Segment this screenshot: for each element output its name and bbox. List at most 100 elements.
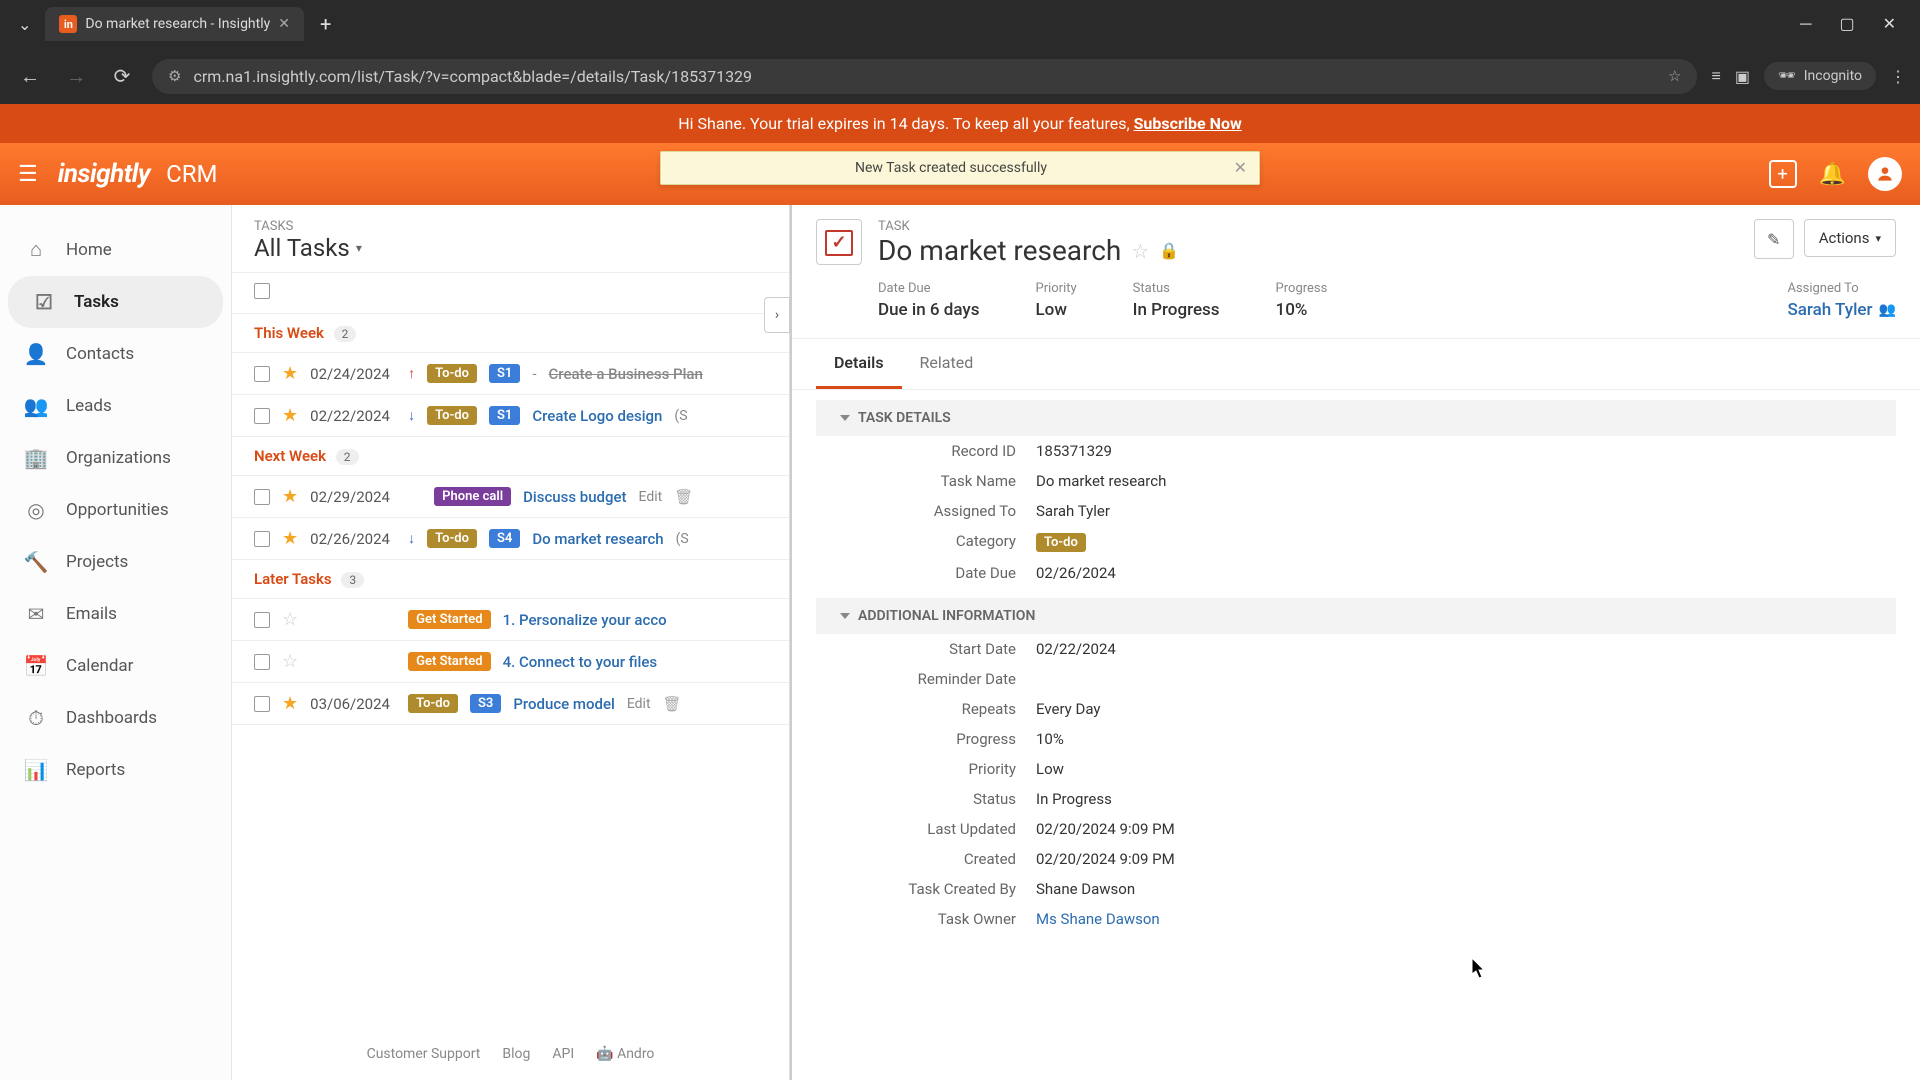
bookmark-star-icon[interactable]: ☆ — [1668, 67, 1681, 85]
sidebar-nav: ⌂Home ☑Tasks 👤Contacts 👥Leads 🏢Organizat… — [0, 205, 232, 1080]
extensions-icon[interactable]: ≡ — [1711, 66, 1720, 86]
task-row[interactable]: ★ 02/22/2024 ↓ To-do S1 Create Logo desi… — [232, 395, 789, 437]
expand-panel-icon[interactable]: › — [764, 297, 790, 333]
nav-leads[interactable]: 👥Leads — [0, 380, 231, 432]
task-checkbox[interactable] — [254, 654, 270, 670]
trash-icon[interactable]: 🗑 — [663, 695, 682, 713]
close-window-icon[interactable]: ✕ — [1883, 14, 1896, 34]
task-row[interactable]: ★ 02/24/2024 ↑ To-do S1 - Create a Busin… — [232, 353, 789, 395]
task-checkbox[interactable] — [254, 696, 270, 712]
site-settings-icon[interactable]: ⚙ — [168, 67, 181, 85]
edit-button[interactable]: ✎ — [1754, 219, 1794, 259]
star-icon[interactable]: ★ — [282, 363, 298, 384]
nav-dashboards[interactable]: ⏱Dashboards — [0, 692, 231, 744]
task-row[interactable]: ★ 02/29/2024 Phone call Discuss budget E… — [232, 476, 789, 518]
favorite-star-icon[interactable]: ☆ — [1131, 239, 1149, 263]
group-later-tasks: Later Tasks 3 — [232, 560, 789, 599]
back-button[interactable]: ← — [14, 60, 46, 92]
field-task-name: Do market research — [1036, 472, 1166, 490]
tab-details[interactable]: Details — [816, 339, 902, 389]
star-icon[interactable]: ★ — [282, 486, 298, 507]
nav-opportunities[interactable]: ◎Opportunities — [0, 484, 231, 536]
nav-contacts[interactable]: 👤Contacts — [0, 328, 231, 380]
tab-close-icon[interactable]: ✕ — [278, 16, 290, 32]
task-checkbox[interactable] — [254, 612, 270, 628]
new-tab-button[interactable]: + — [310, 8, 341, 40]
app-logo[interactable]: insightly — [58, 159, 150, 189]
group-next-week: Next Week 2 — [232, 437, 789, 476]
forward-button[interactable]: → — [60, 60, 92, 92]
star-icon[interactable]: ☆ — [282, 651, 298, 672]
category-badge: To-do — [427, 529, 477, 548]
trash-icon[interactable]: 🗑 — [674, 488, 693, 506]
blog-link[interactable]: Blog — [502, 1046, 530, 1062]
category-badge: Get Started — [408, 610, 490, 629]
task-row[interactable]: ☆ Get Started 4. Connect to your files — [232, 641, 789, 683]
footer-links: Customer Support Blog API 🤖 Andro — [232, 1038, 789, 1070]
summary-status: In Progress — [1133, 300, 1220, 320]
dashboards-icon: ⏱ — [22, 706, 50, 730]
android-link[interactable]: 🤖 Andro — [596, 1046, 654, 1062]
nav-reports[interactable]: 📊Reports — [0, 744, 231, 796]
actions-dropdown[interactable]: Actions ▾ — [1804, 219, 1896, 257]
browser-menu-icon[interactable]: ⋮ — [1890, 67, 1906, 86]
side-panel-icon[interactable]: ▣ — [1735, 67, 1750, 86]
address-bar[interactable]: ⚙ crm.na1.insightly.com/list/Task/?v=com… — [152, 59, 1697, 94]
maximize-icon[interactable]: ▢ — [1839, 14, 1854, 34]
task-row[interactable]: ★ 02/26/2024 ↓ To-do S4 Do market resear… — [232, 518, 789, 560]
list-title-dropdown[interactable]: All Tasks ▾ — [254, 234, 767, 262]
app-header: ☰ insightly CRM New Task created success… — [0, 143, 1920, 205]
tab-list-dropdown[interactable]: ⌄ — [10, 11, 39, 38]
star-icon[interactable]: ☆ — [282, 609, 298, 630]
nav-home[interactable]: ⌂Home — [0, 223, 231, 276]
toast-close-icon[interactable]: ✕ — [1234, 158, 1247, 177]
task-title: 4. Connect to your files — [503, 653, 658, 671]
field-progress: 10% — [1036, 730, 1064, 748]
summary-assigned-link[interactable]: Sarah Tyler👥 — [1787, 300, 1896, 320]
minimize-icon[interactable]: ─ — [1800, 14, 1811, 34]
nav-emails[interactable]: ✉Emails — [0, 588, 231, 640]
edit-link[interactable]: Edit — [627, 696, 651, 712]
nav-calendar[interactable]: 📅Calendar — [0, 640, 231, 692]
task-row[interactable]: ☆ Get Started 1. Personalize your acco — [232, 599, 789, 641]
nav-projects[interactable]: 🔨Projects — [0, 536, 231, 588]
section-task-details[interactable]: TASK DETAILS — [816, 400, 1896, 436]
opportunities-icon: ◎ — [22, 498, 50, 522]
nav-organizations[interactable]: 🏢Organizations — [0, 432, 231, 484]
subscribe-now-link[interactable]: Subscribe Now — [1134, 114, 1242, 133]
tasks-icon: ☑ — [30, 290, 58, 314]
customer-support-link[interactable]: Customer Support — [367, 1046, 481, 1062]
incognito-badge[interactable]: 🕶 Incognito — [1764, 62, 1876, 90]
select-all-checkbox[interactable] — [254, 283, 270, 299]
browser-tab-bar: ⌄ in Do market research - Insightly ✕ + … — [0, 0, 1920, 48]
notifications-icon[interactable]: 🔔 — [1819, 162, 1846, 187]
user-avatar[interactable] — [1868, 157, 1902, 191]
category-badge: To-do — [427, 406, 477, 425]
field-assigned-to: Sarah Tyler — [1036, 502, 1110, 520]
reload-button[interactable]: ⟳ — [106, 60, 138, 92]
summary-progress: 10% — [1276, 300, 1328, 320]
section-additional-info[interactable]: ADDITIONAL INFORMATION — [816, 598, 1896, 634]
home-icon: ⌂ — [22, 237, 50, 262]
task-checkbox[interactable] — [254, 408, 270, 424]
star-icon[interactable]: ★ — [282, 528, 298, 549]
tab-related[interactable]: Related — [902, 339, 992, 389]
task-checkbox[interactable] — [254, 531, 270, 547]
emails-icon: ✉ — [22, 602, 50, 626]
leads-icon: 👥 — [22, 394, 50, 418]
field-owner-link[interactable]: Ms Shane Dawson — [1036, 910, 1160, 928]
star-icon[interactable]: ★ — [282, 693, 298, 714]
task-checkbox[interactable] — [254, 489, 270, 505]
detail-title: Do market research — [878, 234, 1121, 267]
add-button[interactable]: + — [1769, 160, 1797, 188]
api-link[interactable]: API — [552, 1046, 574, 1062]
hamburger-menu-icon[interactable]: ☰ — [18, 162, 38, 187]
lock-icon[interactable]: 🔒 — [1159, 241, 1179, 260]
task-row[interactable]: ★ 03/06/2024 To-do S3 Produce model Edit… — [232, 683, 789, 725]
edit-link[interactable]: Edit — [639, 489, 663, 505]
list-toolbar — [232, 272, 789, 314]
star-icon[interactable]: ★ — [282, 405, 298, 426]
browser-tab[interactable]: in Do market research - Insightly ✕ — [45, 7, 304, 41]
nav-tasks[interactable]: ☑Tasks — [8, 276, 223, 328]
task-checkbox[interactable] — [254, 366, 270, 382]
